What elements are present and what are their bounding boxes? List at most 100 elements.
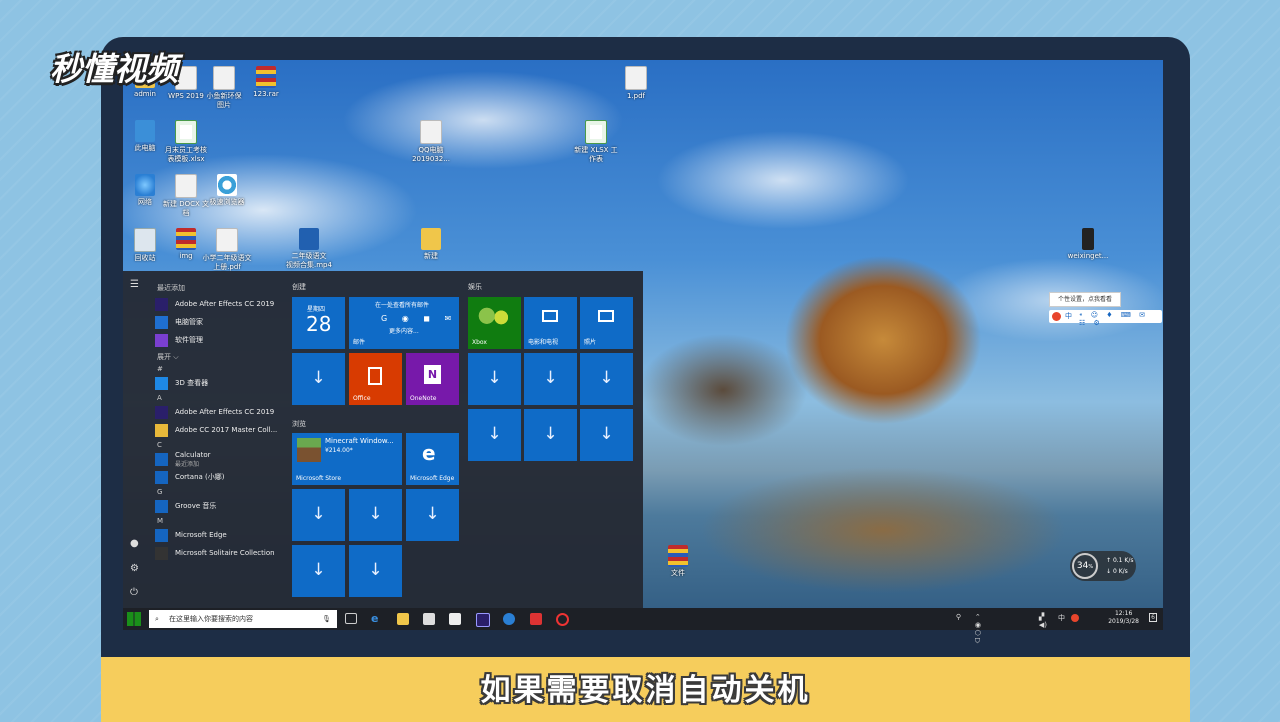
expand-button[interactable]: 展开 ⌵ <box>157 352 295 362</box>
desktop-icon[interactable]: 文件 <box>650 545 706 578</box>
app-list-item[interactable]: Microsoft Edge <box>155 527 295 543</box>
upload-speed-value: 0.1 <box>1112 557 1123 564</box>
app-list-item[interactable]: 软件管理 <box>155 332 295 348</box>
ime-tools-icon[interactable]: ⁌ ☺ ♦ ⌨ ✉ ☷ ⚙ <box>1079 311 1162 327</box>
download-tile[interactable]: ↓ <box>406 489 459 541</box>
settings-gear-icon[interactable]: ⚙ <box>130 563 139 574</box>
rar-icon <box>668 545 688 567</box>
download-speed: ↓ 0 K/s <box>1106 568 1128 575</box>
download-tile[interactable]: ↓ <box>524 353 577 405</box>
download-tile[interactable]: ↓ <box>468 409 521 461</box>
task-view-icon[interactable] <box>345 613 357 624</box>
app-list-item[interactable]: Calculator 最近添加 <box>155 451 295 467</box>
power-icon[interactable]: ⏻ <box>130 587 138 598</box>
app-list-item[interactable]: Adobe After Effects CC 2019 <box>155 404 295 420</box>
desktop-icon[interactable]: 小学二年级语文 上册.pdf <box>199 228 255 272</box>
download-tile[interactable]: ↓ <box>468 353 521 405</box>
movies-label: 电影和电视 <box>528 339 559 346</box>
download-tile[interactable]: ↓ <box>349 489 402 541</box>
ime-tray-label[interactable]: 中 <box>1058 613 1065 623</box>
calendar-tile[interactable]: 星期四 28 <box>292 297 345 349</box>
ime-toolbar[interactable]: 中 ⁌ ☺ ♦ ⌨ ✉ ☷ ⚙ <box>1049 310 1162 327</box>
onenote-tile[interactable]: N OneNote <box>406 353 459 405</box>
photos-label: 照片 <box>584 339 597 346</box>
app-list-item[interactable]: Adobe After Effects CC 2019 <box>155 296 295 312</box>
pc-manager-taskbar-icon[interactable] <box>503 613 515 625</box>
file-explorer-icon[interactable] <box>397 613 409 625</box>
desktop-icon[interactable]: 1.pdf <box>608 66 664 101</box>
photos-tile[interactable]: 照片 <box>580 297 633 349</box>
microphone-icon[interactable]: 🎙 <box>322 610 331 628</box>
photo-icon <box>598 310 614 322</box>
record-taskbar-icon[interactable] <box>556 613 569 626</box>
tray-overflow-icon[interactable]: ⌃ ◉ ⬡ ⛉ <box>975 613 981 646</box>
taskbar-search-box[interactable]: ⌕ 在这里输入你要搜索的内容 🎙 <box>149 610 337 628</box>
app-list-item-label: Adobe CC 2017 Master Coll... <box>175 426 278 434</box>
app-taskbar-icon[interactable] <box>530 613 542 625</box>
download-arrow-icon: ↓ <box>487 424 502 444</box>
app-list-item[interactable]: 3D 查看器 <box>155 375 295 391</box>
clock-date: 2019/3/28 <box>1108 618 1139 625</box>
download-tile[interactable]: ↓ <box>292 353 345 405</box>
office-tile[interactable]: Office <box>349 353 402 405</box>
app-list-item[interactable]: Adobe CC 2017 Master Coll... <box>155 422 295 438</box>
mail-tile[interactable]: 在一处查看所有邮件 G ◉ ◼ ✉ 更多内容... 邮件 <box>349 297 459 349</box>
section-letter[interactable]: G <box>157 488 295 496</box>
people-icon[interactable]: ⚲ <box>956 613 961 621</box>
section-letter[interactable]: # <box>157 365 295 373</box>
mail-taskbar-icon[interactable] <box>449 613 461 625</box>
app-icon <box>155 333 168 347</box>
app-list-item[interactable]: Cortana (小娜) <box>155 469 295 485</box>
download-tile[interactable]: ↓ <box>349 545 402 597</box>
app-list-item-label: Groove 音乐 <box>175 502 217 510</box>
download-tile[interactable]: ↓ <box>580 353 633 405</box>
download-tile[interactable]: ↓ <box>524 409 577 461</box>
network-tray-icon[interactable]: ▞ ◀) <box>1039 613 1047 629</box>
hamburger-icon[interactable]: ☰ <box>130 279 139 290</box>
desktop-icon[interactable]: 新建 XLSX 工 作表 <box>568 120 624 164</box>
desktop-icon[interactable]: 月末员工考核 表模板.xlsx <box>158 120 214 164</box>
download-arrow-icon: ↓ <box>368 504 383 524</box>
app-list-item[interactable]: Groove 音乐 <box>155 498 295 514</box>
section-letter[interactable]: C <box>157 441 295 449</box>
ime-language-label[interactable]: 中 <box>1065 311 1072 321</box>
xbox-label: Xbox <box>472 339 487 346</box>
edge-taskbar-icon[interactable]: e <box>371 613 383 625</box>
store-taskbar-icon[interactable] <box>423 613 435 625</box>
desktop-icon[interactable]: 123.rar <box>238 66 294 99</box>
app-list-item[interactable]: Microsoft Solitaire Collection <box>155 545 295 561</box>
after-effects-taskbar-icon[interactable] <box>476 613 490 627</box>
desktop-icon[interactable]: weixinget... <box>1060 228 1116 261</box>
phone-icon <box>1082 228 1094 250</box>
sogou-icon[interactable] <box>1052 312 1061 321</box>
user-icon[interactable]: ● <box>130 538 139 549</box>
store-tile[interactable]: Minecraft Window... ¥214.00* Microsoft S… <box>292 433 402 485</box>
network-speed-widget[interactable]: 34% ↑ 0.1 K/s ↓ 0 K/s <box>1070 551 1136 581</box>
section-letter[interactable]: A <box>157 394 295 402</box>
taskbar-clock[interactable]: 12:16 2019/3/28 <box>1108 610 1139 626</box>
download-tile[interactable]: ↓ <box>580 409 633 461</box>
movies-tile[interactable]: 电影和电视 <box>524 297 577 349</box>
app-icon <box>155 315 168 329</box>
sogou-tray-icon[interactable] <box>1071 614 1079 622</box>
xbox-tile[interactable]: Xbox <box>468 297 521 349</box>
download-tile[interactable]: ↓ <box>292 489 345 541</box>
recent-header: 最近添加 <box>157 284 185 292</box>
edge-tile[interactable]: e Microsoft Edge <box>406 433 459 485</box>
desktop-icon[interactable]: 极速浏览器 <box>199 174 255 207</box>
app-list-item-sub: 最近添加 <box>175 460 200 468</box>
desktop-icon[interactable]: 二年级语文 视频合集.mp4 <box>281 228 337 270</box>
desktop-icon[interactable]: QQ电脑 2019032... <box>403 120 459 164</box>
download-speed-value: 0 <box>1112 568 1117 575</box>
app-list-item-label: 电脑管家 <box>175 318 203 326</box>
wps-icon <box>175 66 197 90</box>
app-list-item[interactable]: 电脑管家 <box>155 314 295 330</box>
download-tile[interactable]: ↓ <box>292 545 345 597</box>
folder-icon <box>421 228 441 250</box>
download-speed-unit: K/s <box>1118 568 1128 575</box>
desktop-icon[interactable]: 新建 <box>403 228 459 261</box>
windows-start-icon[interactable] <box>127 612 141 626</box>
app-icon <box>155 528 168 542</box>
action-center-icon[interactable]: 6 <box>1149 613 1157 622</box>
section-letter[interactable]: M <box>157 517 295 525</box>
